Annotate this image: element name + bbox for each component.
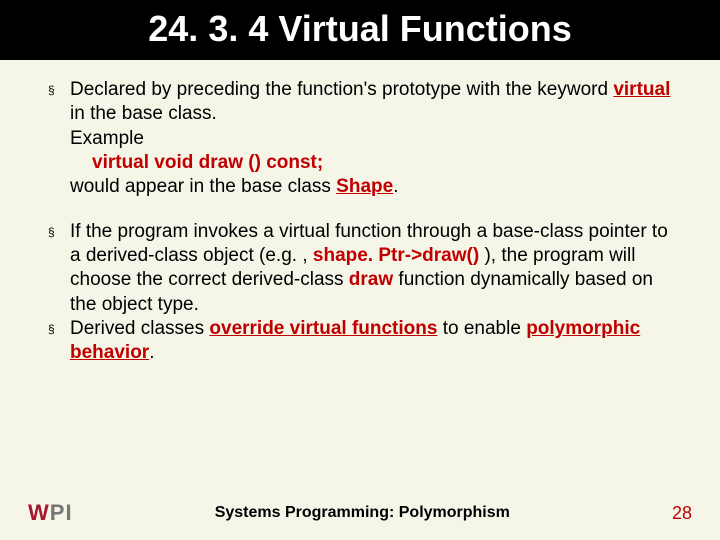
keyword-override: override virtual functions bbox=[209, 318, 437, 339]
p1-post: in the base class. bbox=[70, 103, 217, 124]
example-row: Example bbox=[44, 127, 676, 151]
bullet-icon: § bbox=[44, 78, 70, 102]
p1-pre: Declared by preceding the function's pro… bbox=[70, 79, 613, 100]
slide-content: § Declared by preceding the function's p… bbox=[0, 60, 720, 365]
logo-p: P bbox=[50, 500, 66, 525]
slide-title: 24. 3. 4 Virtual Functions bbox=[0, 8, 720, 50]
page-number: 28 bbox=[652, 503, 692, 524]
wpi-logo: WPI bbox=[28, 500, 73, 526]
keyword-shape: Shape bbox=[336, 176, 393, 197]
code-indent: virtual void draw () const; bbox=[44, 151, 676, 175]
paragraph-1: § Declared by preceding the function's p… bbox=[44, 78, 676, 200]
logo-i: I bbox=[65, 500, 72, 525]
bullet-icon: § bbox=[44, 220, 70, 244]
footer: WPI Systems Programming: Polymorphism 28 bbox=[0, 500, 720, 526]
example-label: Example bbox=[70, 127, 676, 151]
p1b-pre: would appear in the base class bbox=[70, 176, 336, 197]
bullet-row: § Declared by preceding the function's p… bbox=[44, 78, 676, 127]
logo-w: W bbox=[28, 500, 50, 525]
bullet-body: If the program invokes a virtual functio… bbox=[70, 220, 676, 317]
p1b-post: . bbox=[393, 176, 398, 197]
keyword-virtual: virtual bbox=[613, 79, 670, 100]
p3-c: . bbox=[149, 342, 154, 363]
p3-b: to enable bbox=[437, 318, 526, 339]
p1b-row: would appear in the base class Shape. bbox=[44, 175, 676, 199]
bullet-body: Declared by preceding the function's pro… bbox=[70, 78, 676, 127]
keyword-shapeptr: shape. Ptr->draw() bbox=[313, 245, 479, 266]
bullet-row: § If the program invokes a virtual funct… bbox=[44, 220, 676, 317]
bullet-icon: § bbox=[44, 317, 70, 341]
title-bar: 24. 3. 4 Virtual Functions bbox=[0, 0, 720, 60]
bullet-row: § Derived classes override virtual funct… bbox=[44, 317, 676, 366]
bullet-body: Derived classes override virtual functio… bbox=[70, 317, 676, 366]
keyword-draw: draw bbox=[349, 269, 393, 290]
paragraph-2: § If the program invokes a virtual funct… bbox=[44, 220, 676, 366]
p1b-body: would appear in the base class Shape. bbox=[70, 175, 676, 199]
p3-a: Derived classes bbox=[70, 318, 209, 339]
footer-title: Systems Programming: Polymorphism bbox=[73, 504, 652, 522]
code-line: virtual void draw () const; bbox=[92, 152, 323, 173]
